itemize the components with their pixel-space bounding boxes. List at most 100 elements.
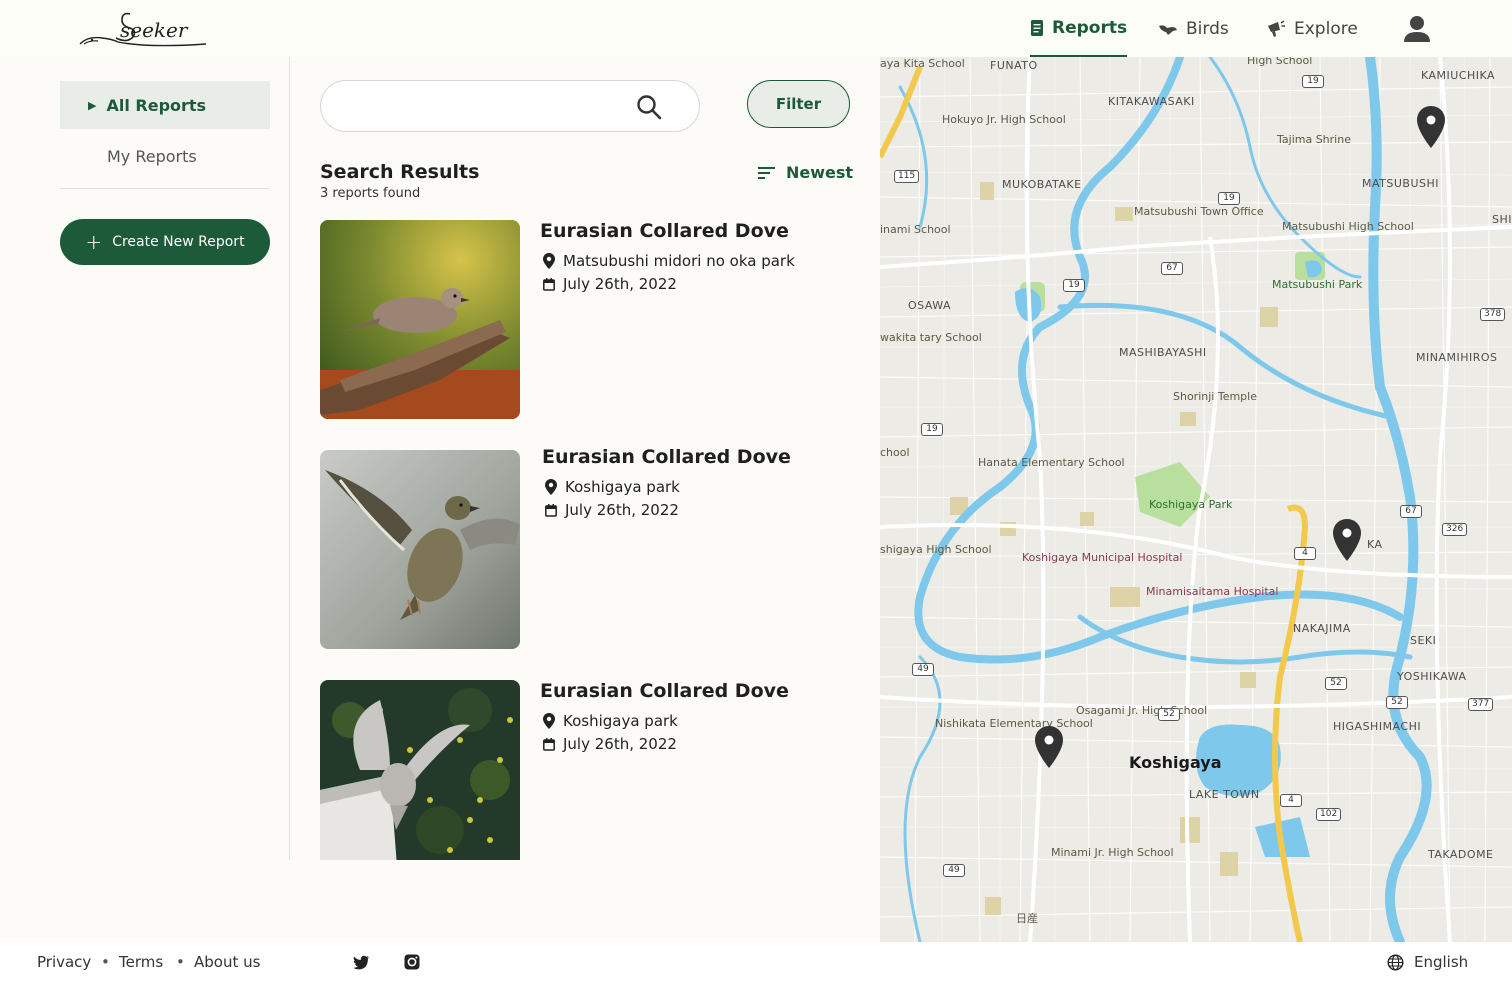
app-header: seeker Reports Birds Explore [0,0,1512,57]
sidebar-item-all-reports[interactable]: ▶ All Reports [60,81,270,129]
results-list: Eurasian Collared Dove Matsubushi midori… [320,220,860,860]
report-title[interactable]: Eurasian Collared Dove [540,220,789,242]
route-shield: 19 [921,423,943,436]
map-area-label: SEKI [1410,634,1437,647]
map-poi-label: aya Kita School [880,57,965,70]
map-area-label: KITAKAWASAKI [1108,95,1195,108]
map-poi-label: Matsubushi Town Office [1134,205,1264,218]
map-view[interactable]: FUNATO KITAKAWASAKI KAMIUCHIKA MUKOBATAK… [880,57,1512,942]
route-shield: 52 [1386,696,1408,709]
sidebar-item-label: All Reports [106,95,207,115]
map-marker-pin[interactable] [1034,725,1064,769]
map-area-label: MINAMIHIROS [1416,351,1498,364]
route-shield: 19 [1218,192,1240,205]
report-card[interactable]: Eurasian Collared Dove Matsubushi midori… [320,220,860,420]
separator-dot: • [101,953,110,971]
map-poi-label: High School [1247,57,1313,67]
map-poi-label: Hokuyo Jr. High School [942,113,1066,126]
route-shield: 378 [1480,308,1506,321]
route-shield: 115 [894,170,920,183]
report-location-text: Matsubushi midori no oka park [563,252,795,270]
nav-reports[interactable]: Reports [1030,0,1128,57]
map-marker-pin[interactable] [1416,105,1446,149]
route-shield: 49 [943,864,965,877]
sidebar-divider [60,188,270,189]
route-shield: 67 [1161,262,1183,275]
search-input[interactable] [341,94,631,120]
bird-photo [320,450,520,649]
map-area-label: OSAWA [908,299,952,312]
bird-icon [1158,21,1178,37]
route-shield: 102 [1316,808,1342,821]
map-poi-label: Minami Jr. High School [1051,846,1174,859]
report-card[interactable]: Eurasian Collared Dove Koshigaya park Ju… [320,680,860,860]
route-shield: 52 [1158,708,1180,721]
caret-right-icon: ▶ [88,98,97,112]
calendar-icon [540,737,558,751]
about-link[interactable]: About us [194,953,260,971]
map-poi-label: Shorinji Temple [1173,390,1257,403]
route-shield: 326 [1442,523,1468,536]
map-area-label: FUNATO [990,59,1038,72]
nav-birds[interactable]: Birds [1158,0,1229,57]
route-shield: 4 [1280,794,1302,807]
calendar-icon [540,277,558,291]
plus-icon: + [85,230,103,254]
report-location-text: Koshigaya park [563,712,678,730]
map-area-label: MASHIBAYASHI [1119,346,1207,359]
nav-birds-label: Birds [1186,18,1229,39]
language-selector[interactable]: English [1387,953,1468,971]
language-label: English [1414,953,1469,971]
nav-explore[interactable]: Explore [1266,0,1358,57]
sidebar: ▶ All Reports My Reports + Create New Re… [60,81,270,265]
route-shield: 49 [912,663,934,676]
route-shield: 19 [1063,279,1085,292]
map-poi-label: Hanata Elementary School [978,456,1125,469]
map-poi-label: shigaya High School [880,543,992,556]
report-location: Matsubushi midori no oka park [540,252,795,270]
sort-icon [758,166,776,180]
seeker-logo[interactable]: seeker [78,8,210,52]
map-area-label: HIGASHIMACHI [1333,720,1422,733]
location-pin-icon [540,253,558,269]
location-pin-icon [540,713,558,729]
map-poi-label: inami School [880,223,951,236]
results-title: Search Results [320,161,480,183]
user-avatar-icon[interactable] [1402,14,1432,44]
instagram-icon[interactable] [403,953,421,971]
map-poi-label: chool [880,446,910,459]
route-shield: 377 [1468,698,1494,711]
map-poi-label: Minamisaitama Hospital [1146,585,1279,598]
sidebar-item-label: My Reports [107,146,197,166]
calendar-icon [542,503,560,517]
report-card[interactable]: Eurasian Collared Dove Koshigaya park Ju… [320,446,860,650]
route-shield: 4 [1294,547,1316,560]
sort-button[interactable]: Newest [758,163,853,182]
report-location-text: Koshigaya park [565,478,680,496]
route-shield: 19 [1302,75,1324,88]
map-poi-label: 日産 [1016,912,1038,925]
report-title[interactable]: Eurasian Collared Dove [540,680,789,702]
logo-text: seeker [120,18,188,42]
bird-photo [320,680,520,860]
nav-explore-label: Explore [1294,18,1358,39]
sidebar-item-my-reports[interactable]: My Reports [60,132,270,180]
map-marker-pin[interactable] [1332,518,1362,562]
report-title[interactable]: Eurasian Collared Dove [542,446,791,468]
twitter-icon[interactable] [352,953,370,971]
map-area-label: NAKAJIMA [1293,622,1351,635]
search-icon[interactable] [636,94,662,120]
create-button-label: Create New Report [112,234,245,250]
create-new-report-button[interactable]: + Create New Report [60,219,270,265]
document-icon [1030,19,1044,37]
route-shield: 52 [1325,677,1347,690]
report-location: Koshigaya park [542,478,680,496]
report-date-text: July 26th, 2022 [563,275,677,293]
report-date-text: July 26th, 2022 [565,501,679,519]
map-poi-label: wakita tary School [880,331,982,344]
map-area-label: MATSUBUSHI [1362,177,1440,190]
filter-button[interactable]: Filter [747,80,850,128]
globe-icon [1387,953,1404,971]
terms-link[interactable]: Terms [119,953,163,971]
privacy-link[interactable]: Privacy [37,953,91,971]
